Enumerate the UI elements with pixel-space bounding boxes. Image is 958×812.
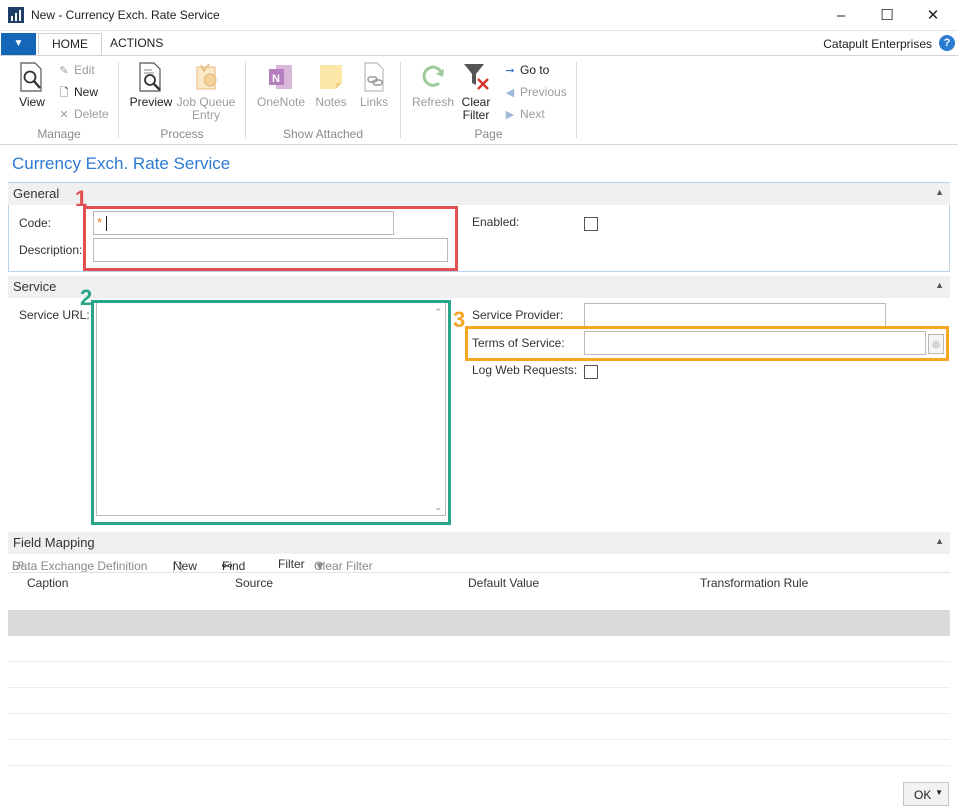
ribbon-group-page: Refresh Clear Filter ➞ Go to ◀ Previous ▶ Ne… <box>401 56 576 146</box>
go-to-button[interactable]: ➞ Go to <box>503 61 549 79</box>
window-title: New - Currency Exch. Rate Service <box>31 8 220 22</box>
preview-button[interactable]: Preview <box>128 61 174 109</box>
next-button[interactable]: ▶ Next <box>503 105 545 123</box>
refresh-button[interactable]: Refresh <box>411 61 455 109</box>
table-row[interactable] <box>8 714 950 740</box>
app-logo-icon <box>8 7 24 23</box>
fasttab-general[interactable]: General ▲ <box>8 183 950 205</box>
fasttab-general-label: General <box>13 186 60 201</box>
arrow-right-icon: ➞ <box>505 65 515 77</box>
table-row[interactable] <box>8 636 950 662</box>
service-url-label: Service URL: <box>19 308 90 322</box>
notes-icon <box>320 65 342 89</box>
view-button[interactable]: View <box>14 61 50 109</box>
edit-icon: ✎ <box>59 65 69 77</box>
triangle-left-icon: ◀ <box>505 87 515 99</box>
links-button[interactable]: Links <box>356 61 392 109</box>
page-title: Currency Exch. Rate Service <box>12 154 231 173</box>
table-row[interactable] <box>8 662 950 688</box>
maximize-button[interactable]: ☐ <box>864 0 910 31</box>
job-queue-icon <box>196 63 217 90</box>
column-header-caption[interactable]: Caption <box>27 576 68 590</box>
annotation-box-3 <box>465 326 949 361</box>
notes-button[interactable]: Notes <box>311 61 351 109</box>
annotation-box-1 <box>83 206 458 271</box>
annotation-box-2 <box>91 300 451 525</box>
grid-header-divider <box>8 572 950 573</box>
annotation-number-3: 3 <box>453 307 466 332</box>
title-bar: New - Currency Exch. Rate Service – ☐ ✕ <box>0 0 958 31</box>
ribbon-group-show-attached: N OneNote Notes Links Show Attached <box>246 56 400 146</box>
table-row[interactable] <box>8 688 950 714</box>
group-label-page: Page <box>474 127 503 141</box>
company-name: Catapult Enterprises <box>823 37 932 51</box>
log-web-requests-label: Log Web Requests: <box>472 363 578 377</box>
ok-button[interactable]: OK ▼ <box>903 782 949 806</box>
new-document-icon: 🗋 <box>59 87 69 99</box>
description-label: Description: <box>19 243 83 257</box>
tab-actions[interactable]: ACTIONS <box>97 33 176 55</box>
collapse-icon[interactable]: ▲ <box>935 187 944 197</box>
ribbon: View ✎ Edit 🗋 New ✕ Delete Manage Preview J… <box>0 55 958 145</box>
enabled-checkbox[interactable] <box>584 217 598 231</box>
column-header-default-value[interactable]: Default Value <box>468 576 539 590</box>
triangle-right-icon: ▶ <box>505 109 515 121</box>
annotation-number-1: 1 <box>75 186 88 211</box>
filter-button[interactable]: Filter <box>278 557 305 571</box>
ribbon-group-manage: View ✎ Edit 🗋 New ✕ Delete Manage <box>0 56 118 146</box>
onenote-button[interactable]: N OneNote <box>255 61 307 109</box>
column-header-transformation-rule[interactable]: Transformation Rule <box>700 576 808 590</box>
svg-text:N: N <box>272 73 280 85</box>
clear-filter-icon <box>464 64 489 90</box>
close-button[interactable]: ✕ <box>910 0 956 31</box>
links-icon <box>364 62 384 92</box>
group-label-manage: Manage <box>37 127 81 141</box>
enabled-label: Enabled: <box>472 215 520 229</box>
ribbon-tab-bar: ▼ HOME ACTIONS Catapult Enterprises ? <box>0 31 958 55</box>
fasttab-service-label: Service <box>13 279 57 294</box>
job-queue-entry-button[interactable]: Job Queue Entry <box>175 61 237 122</box>
group-label-process: Process <box>160 127 204 141</box>
log-web-requests-checkbox[interactable] <box>584 365 598 379</box>
table-row[interactable] <box>8 610 950 636</box>
ribbon-group-process: Preview Job Queue Entry Process <box>119 56 245 146</box>
preview-icon <box>139 62 161 92</box>
group-label-show-attached: Show Attached <box>282 127 364 141</box>
refresh-icon <box>422 65 444 87</box>
clear-filter-button[interactable]: Clear Filter <box>457 61 495 122</box>
fasttab-field-mapping-label: Field Mapping <box>13 535 95 550</box>
minimize-button[interactable]: – <box>818 0 864 31</box>
tab-home[interactable]: HOME <box>38 33 102 55</box>
service-provider-label: Service Provider: <box>472 308 564 322</box>
edit-button[interactable]: ✎ Edit <box>57 61 94 79</box>
delete-icon: ✕ <box>59 109 69 121</box>
previous-button[interactable]: ◀ Previous <box>503 83 567 101</box>
column-header-source[interactable]: Source <box>235 576 273 590</box>
fasttab-field-mapping[interactable]: Field Mapping ▲ <box>8 532 950 554</box>
new-button[interactable]: 🗋 New <box>57 83 98 101</box>
code-label: Code: <box>19 216 52 230</box>
delete-button[interactable]: ✕ Delete <box>57 105 108 123</box>
dropdown-arrow-icon[interactable]: ▼ <box>935 788 943 797</box>
annotation-number-2: 2 <box>80 285 93 310</box>
app-menu-button[interactable]: ▼ <box>1 33 36 55</box>
collapse-icon[interactable]: ▲ <box>935 280 944 290</box>
help-icon[interactable]: ? <box>939 35 955 51</box>
ribbon-separator <box>576 62 577 138</box>
service-provider-field[interactable] <box>584 303 886 327</box>
fasttab-service[interactable]: Service ▲ <box>8 276 950 298</box>
table-row[interactable] <box>8 740 950 766</box>
view-icon <box>20 62 42 92</box>
onenote-icon: N <box>269 65 292 89</box>
collapse-icon[interactable]: ▲ <box>935 536 944 546</box>
